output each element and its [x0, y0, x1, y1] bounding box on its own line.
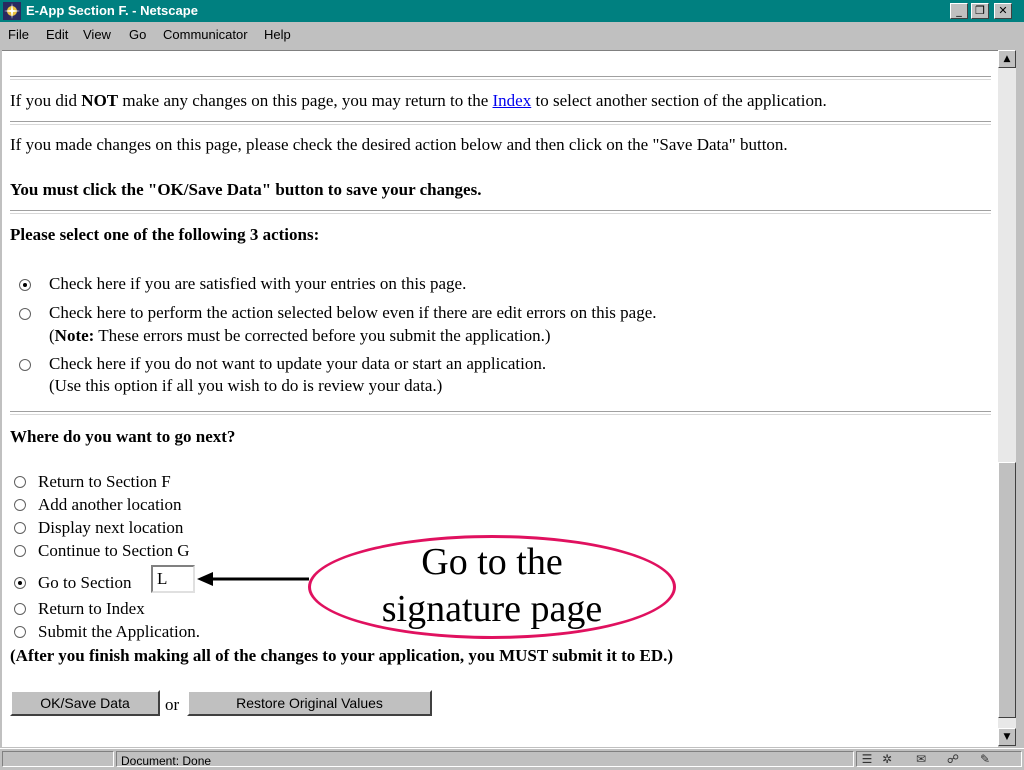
composer-icon[interactable]: ✎: [976, 751, 994, 767]
or-text: or: [165, 695, 180, 714]
scroll-thumb[interactable]: [998, 462, 1016, 718]
vertical-scrollbar[interactable]: ▲ ▼: [998, 50, 1016, 746]
title-bar: E-App Section F. - Netscape _ ❐ ✕: [0, 0, 1024, 22]
next-radio-display-next[interactable]: [14, 522, 26, 534]
status-text-cell: Document: Done: [116, 751, 854, 768]
next-radio-return-section-f[interactable]: [14, 476, 26, 488]
callout-text: Go to the signature page: [308, 539, 676, 633]
note-text: These errors must be corrected before yo…: [98, 326, 545, 345]
index-return-text: If you did NOT make any changes on this …: [10, 91, 827, 111]
menu-edit[interactable]: Edit: [46, 27, 68, 42]
arrow-annotation: [197, 572, 309, 586]
next-label-go-to-section: Go to Section: [38, 573, 132, 592]
next-radio-return-index[interactable]: [14, 603, 26, 615]
next-label-display-next: Display next location: [38, 518, 184, 537]
menu-file[interactable]: File: [8, 27, 29, 42]
status-bar: Document: Done ☰ ✲ ✉ ☍ ✎: [0, 748, 1024, 769]
security-indicator[interactable]: [2, 751, 114, 767]
action-radio-satisfied[interactable]: [19, 279, 31, 291]
next-radio-go-to-section[interactable]: [14, 577, 26, 589]
action-note: (Note: These errors must be corrected be…: [49, 326, 551, 345]
minimize-button[interactable]: _: [950, 3, 968, 19]
next-label-add-location: Add another location: [38, 495, 182, 514]
window-title: E-App Section F. - Netscape: [26, 3, 198, 18]
section-input[interactable]: [151, 565, 195, 593]
save-warning: You must click the "OK/Save Data" button…: [10, 180, 482, 199]
scroll-down-button[interactable]: ▼: [998, 728, 1016, 746]
next-radio-submit[interactable]: [14, 626, 26, 638]
restore-button[interactable]: Restore Original Values: [187, 690, 432, 716]
callout-line-1: Go to the: [421, 541, 563, 583]
changes-instructions: If you made changes on this page, please…: [10, 135, 788, 154]
divider: [10, 411, 991, 415]
divider: [10, 210, 991, 214]
navigator-icon[interactable]: ✲: [878, 751, 896, 767]
page-content: If you did NOT make any changes on this …: [2, 50, 998, 747]
action-label-satisfied: Check here if you are satisfied with you…: [49, 274, 467, 293]
action-radio-override-errors[interactable]: [19, 308, 31, 320]
maximize-button[interactable]: ❐: [971, 3, 989, 19]
netscape-icon: [3, 2, 21, 20]
menu-go[interactable]: Go: [129, 27, 146, 42]
close-button[interactable]: ✕: [994, 3, 1012, 19]
action-label-override-errors: Check here to perform the action selecte…: [49, 303, 657, 322]
action-sub-no-update: (Use this option if all you wish to do i…: [49, 376, 443, 395]
callout-line-2: signature page: [381, 588, 603, 630]
note-label: Note:: [54, 326, 95, 345]
scroll-up-button[interactable]: ▲: [998, 50, 1016, 68]
next-label-submit: Submit the Application.: [38, 622, 200, 641]
text-fragment: to select another section of the applica…: [535, 91, 827, 110]
next-radio-add-location[interactable]: [14, 499, 26, 511]
next-label-return-index: Return to Index: [38, 599, 145, 618]
actions-heading: Please select one of the following 3 act…: [10, 225, 320, 244]
action-label-no-update: Check here if you do not want to update …: [49, 354, 547, 373]
next-label-continue-section-g: Continue to Section G: [38, 541, 190, 560]
text-fragment: If you did: [10, 91, 78, 110]
menu-help[interactable]: Help: [264, 27, 291, 42]
mail-icon[interactable]: ✉: [912, 751, 930, 767]
action-radio-no-update[interactable]: [19, 359, 31, 371]
menu-communicator[interactable]: Communicator: [163, 27, 248, 42]
submit-note: (After you finish making all of the chan…: [10, 646, 674, 665]
text-not: NOT: [81, 91, 119, 110]
divider: [10, 121, 991, 125]
offline-icon[interactable]: ☰: [858, 751, 876, 767]
menu-bar: File Edit View Go Communicator Help: [0, 22, 1024, 48]
text-fragment: make any changes on this page, you may r…: [122, 91, 489, 110]
discussion-icon[interactable]: ☍: [944, 751, 962, 767]
status-text: Document: Done: [121, 754, 212, 768]
next-heading: Where do you want to go next?: [10, 427, 236, 446]
divider: [10, 76, 991, 80]
next-radio-continue-section-g[interactable]: [14, 545, 26, 557]
next-label-return-section-f: Return to Section F: [38, 472, 171, 491]
ok-save-button[interactable]: OK/Save Data: [10, 690, 160, 716]
index-link[interactable]: Index: [493, 91, 532, 110]
menu-view[interactable]: View: [83, 27, 111, 42]
